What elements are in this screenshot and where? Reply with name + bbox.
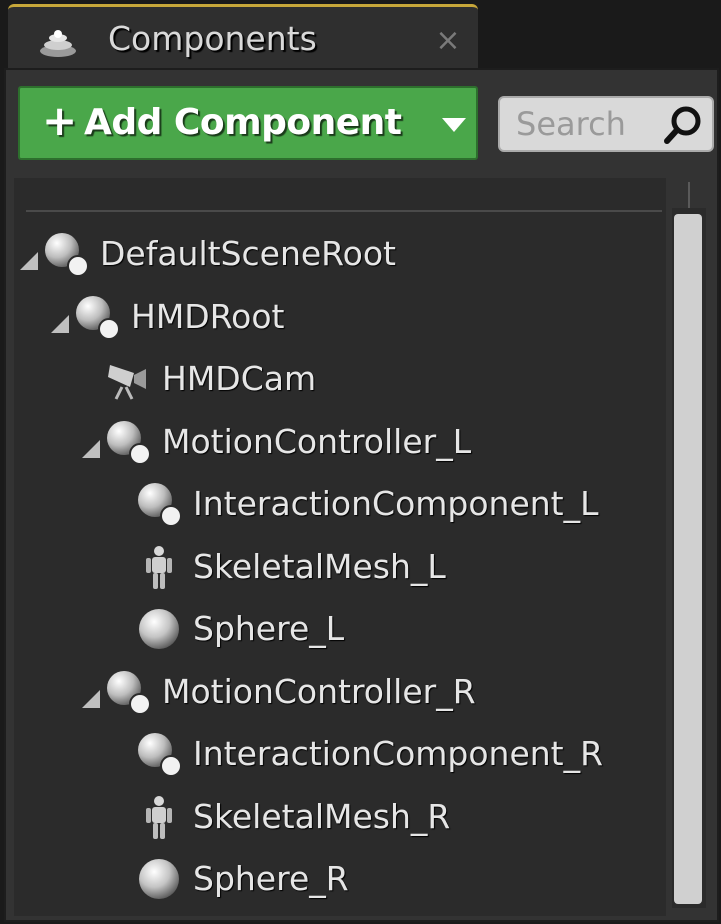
tree-item-label: InteractionComponent_L [193, 484, 599, 523]
expand-arrow-icon[interactable] [80, 438, 102, 460]
tab-title: Components [108, 19, 317, 58]
tree-item-label: MotionController_R [162, 671, 476, 711]
tree-divider [26, 210, 662, 212]
scene-component-icon [73, 293, 121, 341]
expand-arrow-icon[interactable] [18, 250, 40, 272]
sphere-icon [135, 855, 183, 903]
tree-item-label: SkeletalMesh_L [193, 546, 446, 586]
plus-icon: + [42, 96, 78, 145]
expand-arrow-icon[interactable] [49, 313, 71, 335]
scene-component-icon [42, 230, 90, 278]
sphere-icon [135, 605, 183, 653]
expand-arrow-icon[interactable] [80, 688, 102, 710]
search-icon[interactable] [662, 104, 704, 146]
add-component-label: Add Component [84, 102, 402, 143]
scrollbar-track-line [688, 182, 690, 210]
skeletal-mesh-icon [135, 793, 183, 841]
tree-item-label: SkeletalMesh_R [193, 796, 451, 836]
close-icon[interactable]: × [434, 26, 462, 56]
add-component-button[interactable]: + Add Component [18, 86, 478, 160]
scene-component-icon [135, 730, 183, 778]
tree-item-label: HMDCam [162, 359, 317, 398]
camera-icon [104, 355, 152, 403]
scene-component-icon [104, 418, 152, 466]
scrollbar-thumb[interactable] [674, 214, 702, 904]
scene-component-icon [135, 480, 183, 528]
tree-item-label: Sphere_R [193, 859, 349, 898]
tree-item-label: InteractionComponent_R [193, 734, 604, 773]
components-icon [40, 30, 76, 57]
scene-component-icon [104, 668, 152, 716]
tree-item-label: DefaultSceneRoot [100, 234, 396, 273]
skeletal-mesh-icon [135, 543, 183, 591]
tree-item-label: HMDRoot [131, 296, 285, 336]
components-tab[interactable]: Components × [8, 4, 478, 70]
tree-scrollbar[interactable] [672, 208, 706, 908]
tree-item-label: MotionController_L [162, 421, 472, 461]
chevron-down-icon [442, 118, 466, 132]
tree-item-label: Sphere_L [193, 609, 345, 648]
